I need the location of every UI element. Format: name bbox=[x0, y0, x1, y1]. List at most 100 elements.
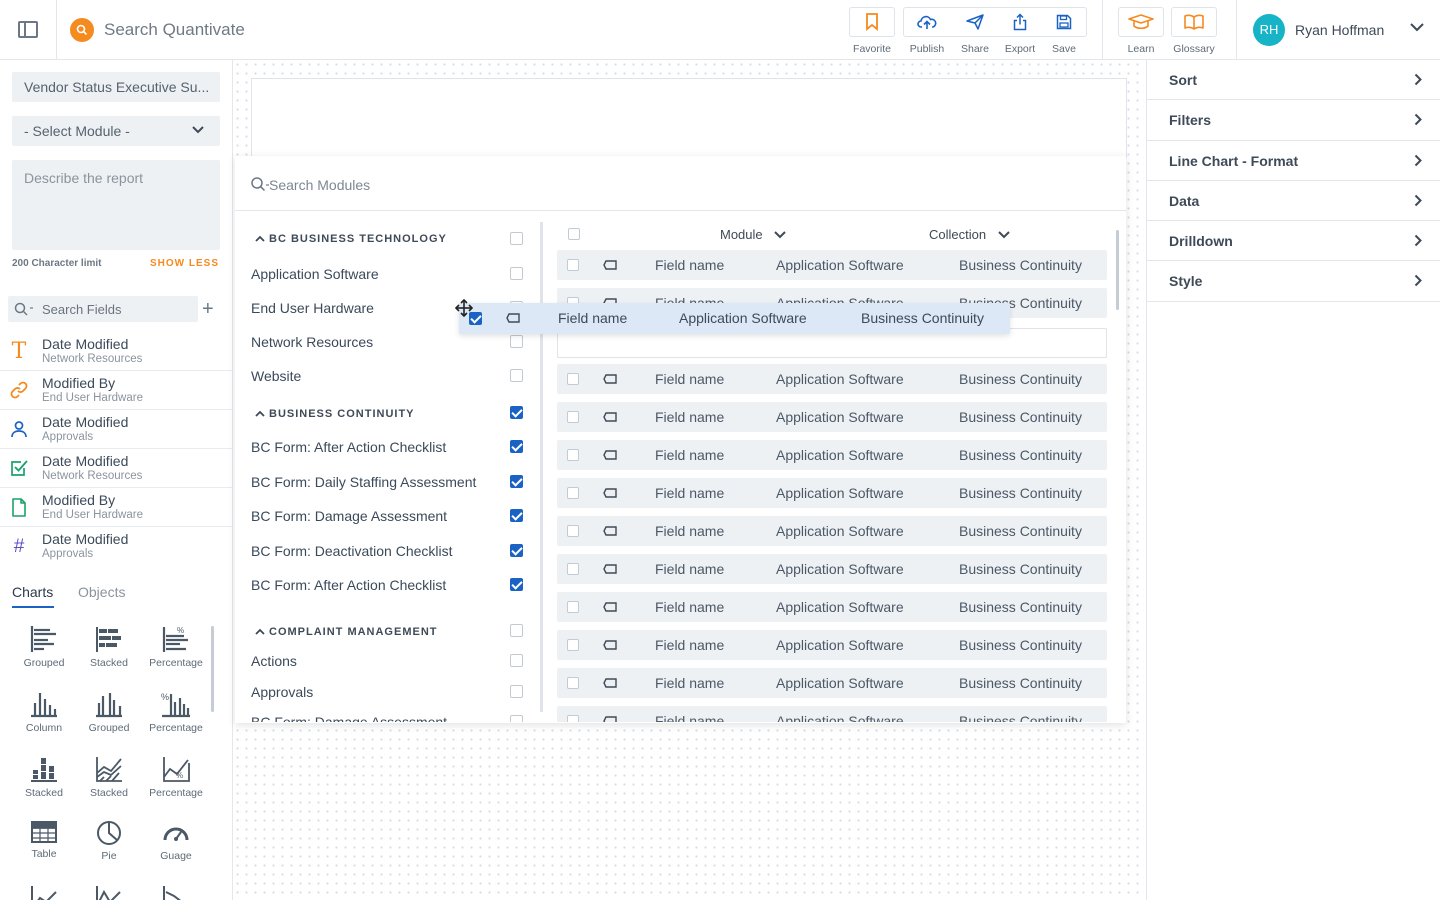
table-row[interactable]: Field name Application Software Business C… bbox=[557, 554, 1107, 584]
chart-type-column[interactable]: Column bbox=[12, 690, 76, 750]
module-checkbox[interactable] bbox=[510, 369, 523, 382]
module-item[interactable]: Actions bbox=[251, 653, 297, 669]
publish-button[interactable]: Publish bbox=[903, 7, 951, 55]
settings-section-data[interactable]: Data bbox=[1147, 181, 1440, 222]
table-row[interactable]: Field name Application Software Business C… bbox=[557, 630, 1107, 660]
chart-type-grouped-bar[interactable]: Grouped bbox=[12, 625, 76, 685]
field-item[interactable]: T Date Modified Network Resources bbox=[0, 332, 233, 371]
row-checkbox[interactable] bbox=[567, 449, 579, 461]
module-checkbox[interactable] bbox=[510, 654, 523, 667]
row-checkbox[interactable] bbox=[567, 639, 579, 651]
row-checkbox[interactable] bbox=[567, 373, 579, 385]
glossary-button[interactable]: Glossary bbox=[1170, 7, 1218, 55]
module-checkbox[interactable] bbox=[510, 578, 523, 591]
canvas-widget[interactable] bbox=[251, 78, 1127, 158]
layout-toggle-icon[interactable] bbox=[18, 21, 38, 38]
module-checkbox[interactable] bbox=[510, 440, 523, 453]
module-item[interactable]: BC Form: Daily Staffing Assessment bbox=[251, 474, 476, 490]
row-checkbox[interactable] bbox=[567, 487, 579, 499]
row-checkbox[interactable] bbox=[567, 601, 579, 613]
chart-type-line[interactable] bbox=[12, 884, 76, 900]
share-button[interactable]: Share bbox=[951, 7, 999, 55]
report-name-input[interactable]: Vendor Status Executive Su... bbox=[12, 72, 220, 102]
user-name[interactable]: Ryan Hoffman bbox=[1295, 22, 1384, 38]
module-item[interactable]: BC Form: Damage Assessment bbox=[251, 714, 447, 722]
module-search-input[interactable]: Search Modules bbox=[235, 156, 1126, 211]
dragged-field-row[interactable]: Field name Application Software Business… bbox=[459, 303, 1010, 334]
favorite-button[interactable]: Favorite bbox=[848, 7, 896, 55]
settings-section-sort[interactable]: Sort bbox=[1147, 60, 1440, 101]
module-checkbox[interactable] bbox=[510, 509, 523, 522]
table-row[interactable]: Field name Application Software Business C… bbox=[557, 706, 1107, 722]
chart-type-percentage-column[interactable]: % Percentage bbox=[144, 690, 208, 750]
chart-type-multi-line[interactable] bbox=[77, 884, 141, 900]
module-checkbox[interactable] bbox=[510, 335, 523, 348]
field-item[interactable]: Date Modified Network Resources bbox=[0, 449, 233, 488]
table-row[interactable]: Field name Application Software Business C… bbox=[557, 364, 1107, 394]
export-button[interactable]: Export bbox=[996, 7, 1044, 55]
module-checkbox[interactable] bbox=[510, 544, 523, 557]
settings-section-filters[interactable]: Filters bbox=[1147, 100, 1440, 141]
chart-type-percentage-bar[interactable]: % Percentage bbox=[144, 625, 208, 685]
table-row[interactable]: Field name Application Software Business C… bbox=[557, 478, 1107, 508]
learn-button[interactable]: Learn bbox=[1117, 7, 1165, 55]
module-list-scrollbar[interactable] bbox=[540, 222, 543, 712]
column-header-collection[interactable]: Collection bbox=[929, 227, 1010, 242]
module-checkbox[interactable] bbox=[510, 475, 523, 488]
settings-section-drilldown[interactable]: Drilldown bbox=[1147, 221, 1440, 262]
module-item[interactable]: BC Form: After Action Checklist bbox=[251, 577, 446, 593]
module-item[interactable]: BC Form: After Action Checklist bbox=[251, 439, 446, 455]
chart-type-percentage-area[interactable]: % Percentage bbox=[144, 755, 208, 815]
field-item[interactable]: Modified By End User Hardware bbox=[0, 371, 233, 410]
settings-section-style[interactable]: Style bbox=[1147, 261, 1440, 302]
charts-scrollbar[interactable] bbox=[211, 626, 214, 712]
module-item[interactable]: Application Software bbox=[251, 266, 379, 282]
section-checkbox[interactable] bbox=[510, 624, 523, 637]
field-item[interactable]: # Date Modified Approvals bbox=[0, 527, 233, 566]
save-button[interactable]: Save bbox=[1040, 7, 1088, 55]
module-item[interactable]: BC Form: Deactivation Checklist bbox=[251, 543, 453, 559]
chart-type-stacked-area[interactable]: Stacked bbox=[77, 755, 141, 815]
row-checkbox[interactable] bbox=[567, 563, 579, 575]
module-select[interactable]: - Select Module - bbox=[12, 116, 220, 146]
module-item[interactable]: BC Form: Damage Assessment bbox=[251, 508, 447, 524]
tab-objects[interactable]: Objects bbox=[78, 584, 125, 600]
chart-type-stacked-column[interactable]: Stacked bbox=[12, 755, 76, 815]
row-checkbox[interactable] bbox=[567, 677, 579, 689]
module-item[interactable]: Network Resources bbox=[251, 334, 373, 350]
search-icon[interactable] bbox=[70, 18, 94, 42]
table-row[interactable]: Field name Application Software Business C… bbox=[557, 250, 1107, 280]
field-table-scrollbar[interactable] bbox=[1116, 230, 1119, 310]
field-item[interactable]: Modified By End User Hardware bbox=[0, 488, 233, 527]
module-checkbox[interactable] bbox=[510, 267, 523, 280]
describe-report-input[interactable]: Describe the report bbox=[12, 160, 220, 250]
row-checkbox[interactable] bbox=[567, 715, 579, 722]
avatar[interactable]: RH bbox=[1253, 14, 1285, 46]
table-row[interactable]: Field name Application Software Business C… bbox=[557, 402, 1107, 432]
row-checkbox[interactable] bbox=[567, 259, 579, 271]
field-search-input[interactable]: Search Fields bbox=[8, 296, 198, 322]
table-row[interactable]: Field name Application Software Business C… bbox=[557, 668, 1107, 698]
module-item[interactable]: Approvals bbox=[251, 684, 313, 700]
module-item[interactable]: End User Hardware bbox=[251, 300, 374, 316]
row-checkbox[interactable] bbox=[567, 525, 579, 537]
field-item[interactable]: Date Modified Approvals bbox=[0, 410, 233, 449]
settings-section-line-chart-format[interactable]: Line Chart - Format bbox=[1147, 141, 1440, 181]
select-all-checkbox[interactable] bbox=[568, 228, 580, 240]
chevron-down-icon[interactable] bbox=[1410, 22, 1424, 32]
module-checkbox[interactable] bbox=[510, 685, 523, 698]
add-field-button[interactable]: + bbox=[202, 299, 214, 319]
tab-charts[interactable]: Charts bbox=[12, 584, 53, 600]
column-header-module[interactable]: Module bbox=[720, 227, 786, 242]
global-search-input[interactable]: Search Quantivate bbox=[104, 20, 245, 40]
table-row[interactable]: Field name Application Software Business C… bbox=[557, 516, 1107, 546]
chart-type-table[interactable]: Table bbox=[12, 820, 76, 880]
show-less-link[interactable]: SHOW LESS bbox=[150, 258, 219, 269]
chart-type-grouped-column[interactable]: Grouped bbox=[77, 690, 141, 750]
chart-type-gauge[interactable]: Guage bbox=[144, 820, 208, 880]
chart-type-area[interactable] bbox=[144, 884, 208, 900]
row-checkbox[interactable] bbox=[567, 411, 579, 423]
table-row[interactable]: Field name Application Software Business C… bbox=[557, 440, 1107, 470]
table-row[interactable]: Field name Application Software Business C… bbox=[557, 592, 1107, 622]
chart-type-pie[interactable]: Pie bbox=[77, 820, 141, 880]
